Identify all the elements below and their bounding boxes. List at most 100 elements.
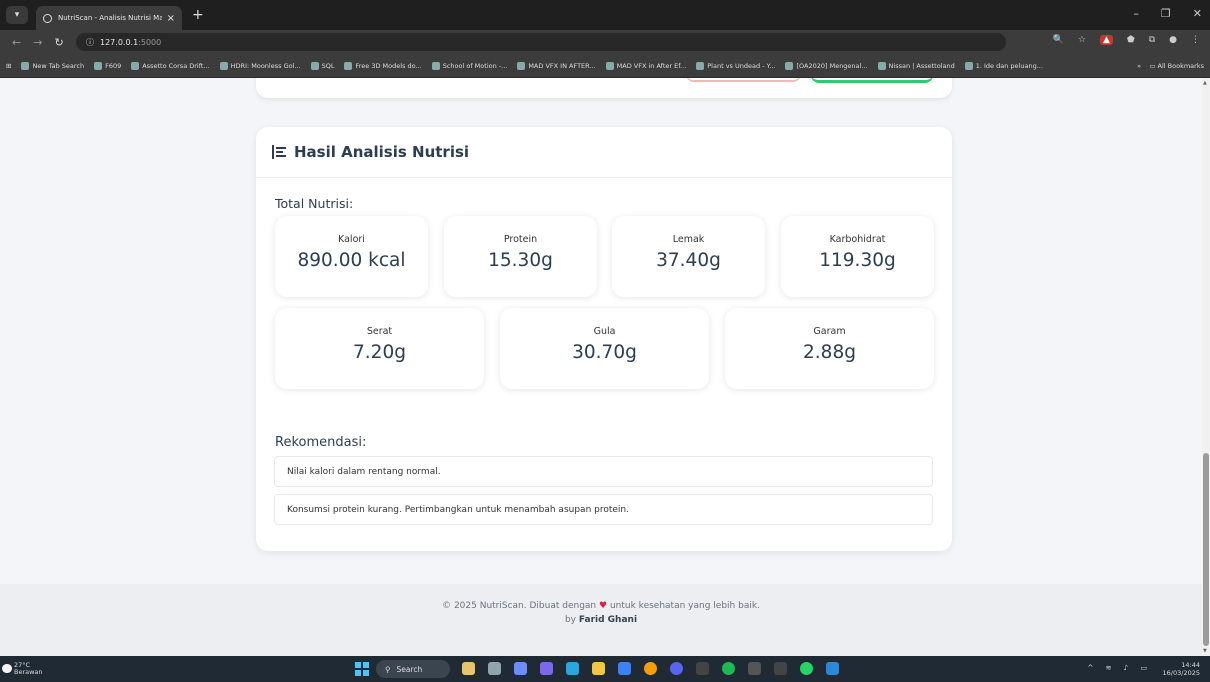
stat-card-karbohidrat: Karbohidrat 119.30g xyxy=(781,216,934,297)
recommendation-item: Konsumsi protein kurang. Pertimbangkan u… xyxy=(274,494,933,525)
stat-value: 2.88g xyxy=(803,342,856,363)
discord-icon[interactable] xyxy=(670,662,683,675)
globe-icon xyxy=(43,13,52,23)
app-icon[interactable] xyxy=(826,662,839,675)
page-scrollbar[interactable]: ▲ ▼ xyxy=(1202,78,1210,656)
bookmark-item[interactable]: SQL xyxy=(310,61,334,70)
weather-widget[interactable]: 27°C Berawan xyxy=(14,662,43,676)
apps-icon[interactable]: ⊞ xyxy=(6,62,11,70)
star-icon[interactable]: ☆ xyxy=(1078,35,1086,45)
reset-button[interactable] xyxy=(686,78,801,82)
app-icon[interactable] xyxy=(696,662,709,675)
app-icon[interactable] xyxy=(540,662,553,675)
whatsapp-icon[interactable] xyxy=(800,662,813,675)
window-controls: – ❐ ✕ xyxy=(1133,7,1202,20)
stat-label: Karbohidrat xyxy=(829,234,886,245)
chrome-icon[interactable] xyxy=(644,662,657,675)
bookmark-item[interactable]: Plant vs Undead - Y... xyxy=(696,61,775,70)
footer-author: by Farid Ghani xyxy=(564,615,638,625)
stat-label: Gula xyxy=(593,326,616,337)
scrollbar-thumb[interactable] xyxy=(1203,453,1209,646)
all-bookmarks[interactable]: » ▭ All Bookmarks xyxy=(1137,62,1204,70)
restore-icon[interactable]: ❐ xyxy=(1161,7,1171,20)
tab-search-button[interactable]: ▾ xyxy=(6,6,28,24)
close-tab-icon[interactable]: × xyxy=(167,13,175,24)
stat-value: 890.00 kcal xyxy=(297,250,406,271)
stat-label: Serat xyxy=(366,326,393,337)
footer-copyright: © 2025 NutriScan. Dibuat dengan ♥ untuk … xyxy=(442,601,760,611)
back-icon[interactable]: ← xyxy=(12,36,21,49)
stat-value: 15.30g xyxy=(488,250,553,271)
stat-label: Lemak xyxy=(672,234,705,245)
stat-card-kalori: Kalori 890.00 kcal xyxy=(275,216,428,297)
app-icon[interactable] xyxy=(514,662,527,675)
bookmark-item[interactable]: MAD VFX IN AFTER... xyxy=(517,61,596,70)
stat-card-lemak: Lemak 37.40g xyxy=(612,216,765,297)
stat-value: 119.30g xyxy=(819,250,896,271)
bookmark-item[interactable]: MAD VFX in After Ef... xyxy=(605,61,686,70)
puzzle-icon[interactable]: ⧉ xyxy=(1149,35,1155,45)
windows-taskbar: 27°C Berawan ⚲ Search ^ ≋ ♪ ▭ 14:44 16/0… xyxy=(0,656,1210,682)
clock[interactable]: 14:44 16/03/2025 xyxy=(1163,661,1200,677)
stat-label: Garam xyxy=(813,326,846,337)
bookmark-icon xyxy=(94,61,103,70)
bookmark-item[interactable]: School of Motion -... xyxy=(431,61,507,70)
bookmark-icon xyxy=(431,61,440,70)
bookmark-item[interactable]: New Tab Search xyxy=(21,61,84,70)
recommendation-heading: Rekomendasi: xyxy=(275,435,367,450)
folder-app-icon[interactable] xyxy=(592,662,605,675)
bookmark-item[interactable]: HDRI: Moonless Gol... xyxy=(219,61,301,70)
stat-card-gula: Gula 30.70g xyxy=(500,308,709,389)
forward-icon[interactable]: → xyxy=(33,36,42,49)
minimize-icon[interactable]: – xyxy=(1133,7,1139,20)
url-port: :5000 xyxy=(138,37,162,47)
browser-tab[interactable]: NutriScan - Analisis Nutrisi Mal × xyxy=(36,6,182,30)
system-tray[interactable]: ^ ≋ ♪ ▭ xyxy=(1088,664,1153,672)
bookmark-icon xyxy=(517,61,526,70)
bookmark-icon xyxy=(605,61,614,70)
bookmark-item[interactable]: [OA2020] Mengenal... xyxy=(785,61,868,70)
menu-icon[interactable]: ⋮ xyxy=(1191,35,1200,45)
recommendation-item: Nilai kalori dalam rentang normal. xyxy=(274,456,933,487)
profile-icon[interactable]: ● xyxy=(1169,35,1177,45)
bookmark-icon xyxy=(219,61,228,70)
bookmark-icon xyxy=(344,61,353,70)
zoom-icon[interactable]: 🔍 xyxy=(1053,35,1064,45)
app-icon[interactable] xyxy=(566,662,579,675)
stat-label: Protein xyxy=(503,234,538,245)
spotify-icon[interactable] xyxy=(722,662,735,675)
bookmark-item[interactable]: Free 3D Models do... xyxy=(344,61,422,70)
app-icon[interactable] xyxy=(462,662,475,675)
bookmark-item[interactable]: 1. Ide dan peluang... xyxy=(964,61,1043,70)
stat-value: 37.40g xyxy=(656,250,721,271)
taskbar-search[interactable]: ⚲ Search xyxy=(376,660,450,678)
stat-label: Kalori xyxy=(338,234,365,245)
stat-value: 30.70g xyxy=(572,342,637,363)
url-input[interactable]: ⓘ 127.0.0.1:5000 xyxy=(76,33,1006,51)
start-button[interactable] xyxy=(355,662,369,676)
bookmark-item[interactable]: Assetto Corsa Drift... xyxy=(131,61,210,70)
site-info-icon[interactable]: ⓘ xyxy=(86,37,94,48)
bookmark-item[interactable]: F609 xyxy=(94,61,121,70)
shield-icon[interactable]: ⬟ xyxy=(1127,35,1135,45)
bookmark-icon xyxy=(131,61,140,70)
stat-card-serat: Serat 7.20g xyxy=(275,308,484,389)
app-icon[interactable] xyxy=(488,662,501,675)
folder-icon: ▭ xyxy=(1149,62,1156,70)
vscode-icon[interactable] xyxy=(618,662,631,675)
close-window-icon[interactable]: ✕ xyxy=(1193,7,1202,20)
reload-icon[interactable]: ↻ xyxy=(54,36,63,49)
scroll-up-icon[interactable]: ▲ xyxy=(1203,80,1207,86)
terminal-icon[interactable] xyxy=(748,662,761,675)
extension-icon[interactable]: ▲ xyxy=(1099,35,1113,45)
bookmark-item[interactable]: Nissan | Assettoland xyxy=(877,61,955,70)
bookmark-icon xyxy=(785,61,794,70)
scroll-down-icon[interactable]: ▼ xyxy=(1203,648,1207,654)
app-icon[interactable] xyxy=(774,662,787,675)
analyze-button[interactable] xyxy=(811,78,933,83)
bookmark-icon xyxy=(696,61,705,70)
address-bar-row: ← → ↻ ⓘ 127.0.0.1:5000 🔍 ☆ ▲ ⬟ ⧉ ● ⋮ xyxy=(0,30,1210,54)
new-tab-button[interactable]: + xyxy=(192,7,204,23)
extensions-bar: 🔍 ☆ ▲ ⬟ ⧉ ● ⋮ xyxy=(1053,35,1200,45)
chart-bar-icon xyxy=(272,145,286,159)
